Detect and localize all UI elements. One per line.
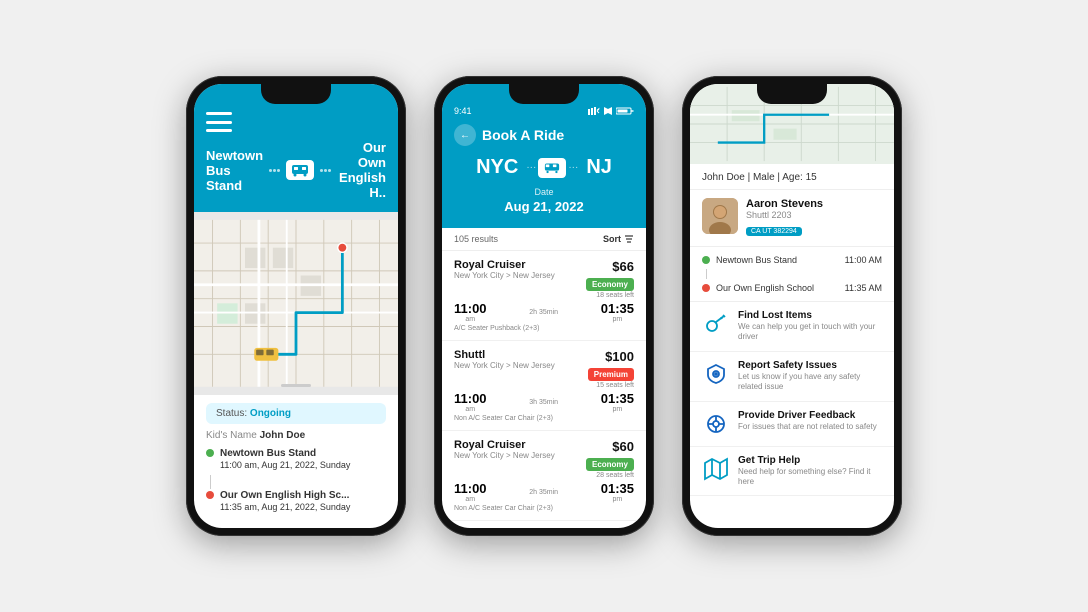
p1-kid-name: Kid's Name John Doe <box>206 430 386 441</box>
p2-back-button[interactable]: ← <box>454 124 476 146</box>
p3-feature-icon-wheel <box>702 410 730 438</box>
phone-1: Newtown Bus Stand <box>186 76 406 536</box>
p3-feature-icon-shield <box>702 360 730 388</box>
p3-plate-badge: CA UT 382294 <box>746 227 802 236</box>
p3-feature-row-2[interactable]: Provide Driver Feedback For issues that … <box>690 402 894 447</box>
stop-dot-green <box>206 449 214 457</box>
p1-bottom: Status: Ongoing Kid's Name John Doe Newt… <box>194 395 398 528</box>
p1-map <box>194 212 398 395</box>
p2-sort-button[interactable]: Sort <box>603 234 634 244</box>
phone-3-screen: John Doe | Male | Age: 15 Aaron Stevens … <box>690 84 894 528</box>
p2-title: Book A Ride <box>482 127 564 143</box>
phone-2: 9:41 ← Book A Ride NYC ··· <box>434 76 654 536</box>
stop-connector <box>210 475 211 489</box>
p3-avatar <box>702 198 738 234</box>
p3-stops: Newtown Bus Stand 11:00 AM Our Own Engli… <box>690 247 894 302</box>
notch-3 <box>757 84 827 104</box>
phone-2-screen: 9:41 ← Book A Ride NYC ··· <box>442 84 646 528</box>
p2-ride-card-0[interactable]: Royal Cruiser New York City > New Jersey… <box>442 251 646 341</box>
p2-from-city: NYC <box>476 156 518 179</box>
p3-feature-row-0[interactable]: Find Lost Items We can help you get in t… <box>690 302 894 352</box>
p3-stop-row-1: Newtown Bus Stand 11:00 AM <box>702 253 882 267</box>
p3-driver-info: Aaron Stevens Shuttl 2203 CA UT 382294 <box>746 198 882 238</box>
p3-features: Find Lost Items We can help you get in t… <box>690 302 894 528</box>
p2-ride-card-3[interactable]: Royal Cruiser New York City > New Jersey… <box>442 521 646 528</box>
phone-3: John Doe | Male | Age: 15 Aaron Stevens … <box>682 76 902 536</box>
p3-user-info: John Doe | Male | Age: 15 <box>690 164 894 190</box>
p3-stop-row-2: Our Own English School 11:35 AM <box>702 281 882 295</box>
p2-ride-card-1[interactable]: Shuttl New York City > New Jersey $100 P… <box>442 341 646 431</box>
p2-ride-list: Royal Cruiser New York City > New Jersey… <box>442 251 646 528</box>
p3-driver-name: Aaron Stevens <box>746 198 882 210</box>
p3-stop-dot-1 <box>702 256 710 264</box>
notch-1 <box>261 84 331 104</box>
stop-dot-red <box>206 491 214 499</box>
p1-stop-2: Our Own English High Sc... 11:35 am, Aug… <box>206 489 386 514</box>
p1-from: Newtown Bus Stand <box>206 148 263 193</box>
p1-stop-1: Newtown Bus Stand 11:00 am, Aug 21, 2022… <box>206 447 386 472</box>
p2-date-label: Date <box>454 187 634 197</box>
p1-route: Newtown Bus Stand <box>206 140 386 200</box>
phones-container: Newtown Bus Stand <box>186 76 902 536</box>
p2-back-row: ← Book A Ride <box>454 124 634 146</box>
p3-feature-row-1[interactable]: Report Safety Issues Let us know if you … <box>690 352 894 402</box>
p3-feature-row-3[interactable]: Get Trip Help Need help for something el… <box>690 447 894 497</box>
p1-route-dots <box>269 169 280 172</box>
phone-1-screen: Newtown Bus Stand <box>194 84 398 528</box>
p2-bus-icon <box>538 158 566 178</box>
p2-date: Aug 21, 2022 <box>454 199 634 214</box>
p2-route: NYC ··· ··· <box>454 156 634 179</box>
p2-header: 9:41 ← Book A Ride NYC ··· <box>442 84 646 228</box>
p1-to: Our Own English H.. <box>337 140 386 200</box>
p2-time: 9:41 <box>454 106 472 116</box>
menu-icon[interactable] <box>206 112 232 132</box>
p1-route-dots2 <box>320 169 331 172</box>
p1-bus-icon <box>286 160 314 180</box>
p2-results-bar: 105 results Sort <box>442 228 646 251</box>
p1-status-box: Status: Ongoing <box>206 403 386 424</box>
p3-stop-connector <box>706 269 707 279</box>
p2-results-count: 105 results <box>454 234 498 244</box>
notch-2 <box>509 84 579 104</box>
p3-feature-icon-map <box>702 455 730 483</box>
p3-stop-dot-2 <box>702 284 710 292</box>
p2-to-city: NJ <box>586 156 612 179</box>
p2-ride-card-2[interactable]: Royal Cruiser New York City > New Jersey… <box>442 431 646 521</box>
p3-feature-icon-keys <box>702 310 730 338</box>
p3-driver-vehicle: Shuttl 2203 <box>746 210 882 220</box>
p3-driver-card: Aaron Stevens Shuttl 2203 CA UT 382294 <box>690 190 894 247</box>
p2-status-bar: 9:41 <box>454 106 634 116</box>
